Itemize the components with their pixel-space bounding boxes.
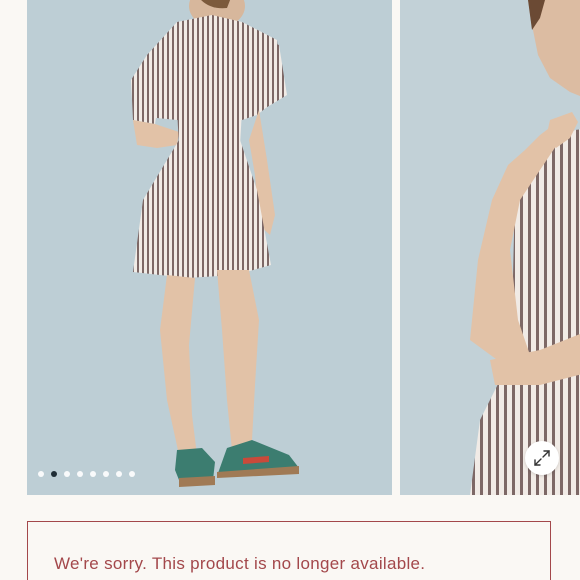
- model-front-closeup-image: [400, 0, 580, 495]
- product-page: We're sorry. This product is no longer a…: [0, 0, 580, 580]
- carousel-dot-1[interactable]: [38, 471, 44, 477]
- product-image-front-closeup[interactable]: [400, 0, 580, 495]
- expand-arrows-icon: [534, 450, 550, 466]
- carousel-dot-5[interactable]: [90, 471, 96, 477]
- unavailable-message: We're sorry. This product is no longer a…: [54, 554, 426, 573]
- product-image-carousel[interactable]: [0, 0, 580, 496]
- carousel-dot-3[interactable]: [64, 471, 70, 477]
- carousel-dot-6[interactable]: [103, 471, 109, 477]
- carousel-dots: [38, 471, 135, 477]
- carousel-dot-7[interactable]: [116, 471, 122, 477]
- carousel-dot-2[interactable]: [51, 471, 57, 477]
- expand-image-button[interactable]: [525, 441, 559, 475]
- product-unavailable-notice: We're sorry. This product is no longer a…: [27, 521, 551, 580]
- model-back-view-image: [27, 0, 392, 495]
- carousel-dot-8[interactable]: [129, 471, 135, 477]
- product-image-back-view[interactable]: [27, 0, 392, 495]
- carousel-dot-4[interactable]: [77, 471, 83, 477]
